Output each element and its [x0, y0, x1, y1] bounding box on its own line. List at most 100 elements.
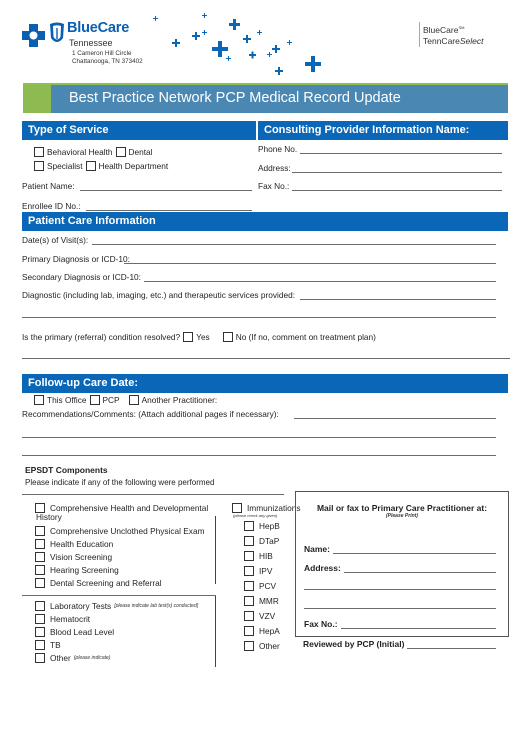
health-department-checkbox[interactable] [85, 161, 96, 171]
specialist-label: Specialist [47, 161, 83, 171]
mail-address-field[interactable] [343, 572, 496, 573]
phone-field[interactable] [300, 153, 502, 154]
epsdt-component-5: Dental Screening and Referral [35, 578, 162, 588]
blood-lead-label: Blood Lead Level [50, 627, 115, 637]
patient-name-field[interactable] [80, 190, 252, 191]
treatment-plan-field[interactable] [22, 358, 510, 359]
epsdt-component-3: Vision Screening [35, 552, 112, 562]
other-immunization-checkbox[interactable] [244, 640, 254, 651]
hearing-screening-checkbox[interactable] [35, 565, 45, 575]
other-immunization-label: Other [259, 640, 280, 651]
secondary-diagnosis-field[interactable] [144, 281, 496, 282]
tb-checkbox[interactable] [35, 640, 45, 650]
other-lab-note: (please indicate) [73, 655, 111, 661]
enrollee-id-label: Enrollee ID No.: [22, 201, 81, 211]
immunizations-label: Immunizations [247, 503, 301, 513]
address-field[interactable] [292, 172, 502, 173]
reviewed-label: Reviewed by PCP (Initial) [303, 639, 405, 649]
immunizations-row: Immunizations [232, 503, 301, 513]
another-practitioner-checkbox[interactable] [128, 395, 139, 405]
primary-diagnosis-label: Primary Diagnosis or ICD-10: [22, 254, 130, 264]
epsdt-subtitle: Please indicate if any of the following … [25, 478, 215, 487]
plan-line-2b: Select [459, 35, 484, 46]
primary-diagnosis-field[interactable] [124, 263, 496, 264]
patient-care-heading: Patient Care Information [22, 212, 508, 231]
fax-field[interactable] [292, 190, 502, 191]
recommendations-field-2[interactable] [22, 437, 496, 438]
health-education-checkbox[interactable] [35, 539, 45, 549]
behavioral-health-checkbox[interactable] [34, 147, 44, 157]
vision-screening-checkbox[interactable] [35, 552, 45, 562]
diagnostic-services-field[interactable] [300, 299, 496, 300]
date-of-visit-field[interactable] [92, 244, 496, 245]
brand-region: Tennessee [69, 38, 113, 48]
hib-label: HIB [259, 550, 273, 561]
mail-name-field[interactable] [332, 553, 496, 554]
mmr-label: MMR [259, 595, 279, 606]
other-lab-row: Other (please indicate) [35, 653, 110, 663]
pcv-label: PCV [259, 580, 277, 591]
other-lab-label: Other [50, 653, 71, 663]
column-divider-2 [215, 595, 216, 667]
immunizations-checkbox[interactable] [232, 503, 242, 513]
ipv-label: IPV [259, 565, 273, 576]
mail-box-heading: Mail or fax to Primary Care Practitioner… [316, 503, 488, 513]
mail-address-label: Address: [304, 563, 341, 573]
lab-tests-row: Laboratory Tests [please indicate lab te… [35, 601, 198, 611]
lab-0: Hematocrit [35, 614, 90, 624]
lab-tests-checkbox[interactable] [35, 601, 45, 611]
lab-divider [22, 595, 216, 596]
dental-screening-checkbox[interactable] [35, 578, 45, 588]
hepa-checkbox[interactable] [244, 625, 254, 636]
mail-fax-field[interactable] [340, 628, 496, 629]
vzv-checkbox[interactable] [244, 610, 254, 621]
recommendations-field[interactable] [294, 418, 496, 419]
mail-address-field-2[interactable] [304, 589, 496, 590]
secondary-diagnosis-label: Secondary Diagnosis or ICD-10: [22, 272, 141, 282]
reviewed-row: Reviewed by PCP (Initial) [303, 639, 496, 649]
dental-label: Dental [128, 147, 153, 157]
epsdt-divider [22, 494, 284, 495]
hematocrit-checkbox[interactable] [35, 614, 45, 624]
pcp-checkbox[interactable] [89, 395, 100, 405]
hepb-label: HepB [259, 520, 280, 531]
mail-address-row: Address: [304, 563, 496, 573]
brand-name: BlueCare [67, 20, 130, 36]
pcv-checkbox[interactable] [244, 580, 254, 591]
fax-label: Fax No.: [258, 181, 290, 191]
mail-name-label: Name: [304, 544, 330, 554]
hepb-checkbox[interactable] [244, 520, 254, 531]
resolved-no-label: No (If no, comment on treatment plan) [235, 332, 376, 342]
mail-name-row: Name: [304, 544, 496, 554]
recommendations-field-3[interactable] [22, 455, 496, 456]
consulting-provider-heading: Consulting Provider Information Name: [258, 121, 508, 140]
mail-address-field-3[interactable] [304, 608, 496, 609]
title-accent [23, 85, 51, 113]
resolved-yes-checkbox[interactable] [183, 332, 194, 342]
dental-screening-label: Dental Screening and Referral [50, 578, 162, 588]
enrollee-id-field[interactable] [86, 210, 252, 211]
ipv-checkbox[interactable] [244, 565, 254, 576]
resolved-no-checkbox[interactable] [222, 332, 233, 342]
tb-label: TB [50, 640, 61, 650]
hib-checkbox[interactable] [244, 550, 254, 561]
physical-exam-checkbox[interactable] [35, 526, 45, 536]
epsdt-component-4: Hearing Screening [35, 565, 119, 575]
lab-tests-label: Laboratory Tests [50, 601, 112, 611]
mail-fax-box: Mail or fax to Primary Care Practitioner… [295, 491, 509, 637]
dtap-checkbox[interactable] [244, 535, 254, 546]
blood-lead-checkbox[interactable] [35, 627, 45, 637]
this-office-checkbox[interactable] [34, 395, 44, 405]
diagnostic-services-label: Diagnostic (including lab, imaging, etc.… [22, 290, 296, 300]
specialist-checkbox[interactable] [34, 161, 44, 171]
diagnostic-services-field-2[interactable] [22, 317, 496, 318]
dental-checkbox[interactable] [115, 147, 126, 157]
comprehensive-health-label: Comprehensive Health and Developmental [50, 502, 209, 513]
reviewed-field[interactable] [407, 648, 496, 649]
service-row-1: Behavioral Health Dental [34, 147, 152, 157]
immunization-list: HepB DTaP HIB IPV PCV MMR VZV HepA Other [244, 518, 280, 653]
epsdt-component-2: Health Education [35, 539, 113, 549]
mail-fax-label: Fax No.: [304, 619, 338, 629]
mmr-checkbox[interactable] [244, 595, 254, 606]
other-lab-checkbox[interactable] [35, 653, 45, 663]
